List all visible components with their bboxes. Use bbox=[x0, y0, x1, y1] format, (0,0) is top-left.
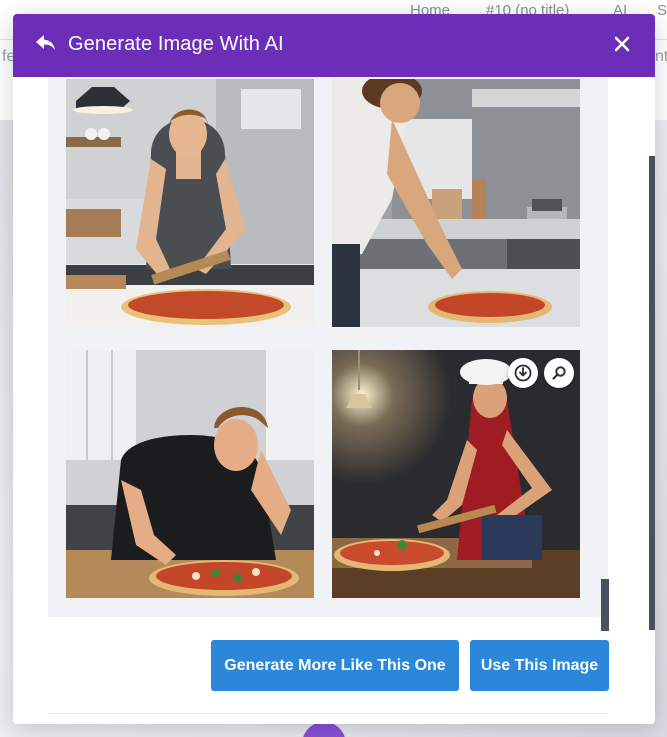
close-icon bbox=[614, 36, 630, 57]
generated-image-3[interactable] bbox=[66, 350, 314, 598]
download-button[interactable] bbox=[508, 358, 538, 388]
ai-image-modal: Generate Image With AI Generate More Lik… bbox=[13, 14, 655, 724]
modal-title: Generate Image With AI bbox=[68, 33, 284, 55]
background-edge-right-text: nt bbox=[655, 48, 667, 65]
generated-image-2[interactable] bbox=[332, 79, 580, 327]
magnifier-icon bbox=[551, 365, 567, 381]
background-nav-s: S bbox=[657, 2, 667, 19]
footer-divider bbox=[48, 713, 608, 714]
close-button[interactable] bbox=[611, 35, 633, 57]
back-button[interactable] bbox=[33, 32, 59, 58]
generated-image-1[interactable] bbox=[66, 79, 314, 327]
modal-header: Generate Image With AI bbox=[13, 14, 655, 77]
generate-more-button[interactable]: Generate More Like This One bbox=[211, 640, 459, 691]
image-gallery bbox=[48, 77, 608, 617]
download-icon bbox=[514, 364, 532, 382]
generated-image-4[interactable] bbox=[332, 350, 580, 598]
modal-scrollbar[interactable] bbox=[649, 156, 655, 630]
undo-arrow-icon bbox=[35, 34, 57, 57]
gallery-scrollbar-thumb[interactable] bbox=[601, 579, 609, 631]
zoom-button[interactable] bbox=[544, 358, 574, 388]
use-this-image-button[interactable]: Use This Image bbox=[470, 640, 609, 691]
